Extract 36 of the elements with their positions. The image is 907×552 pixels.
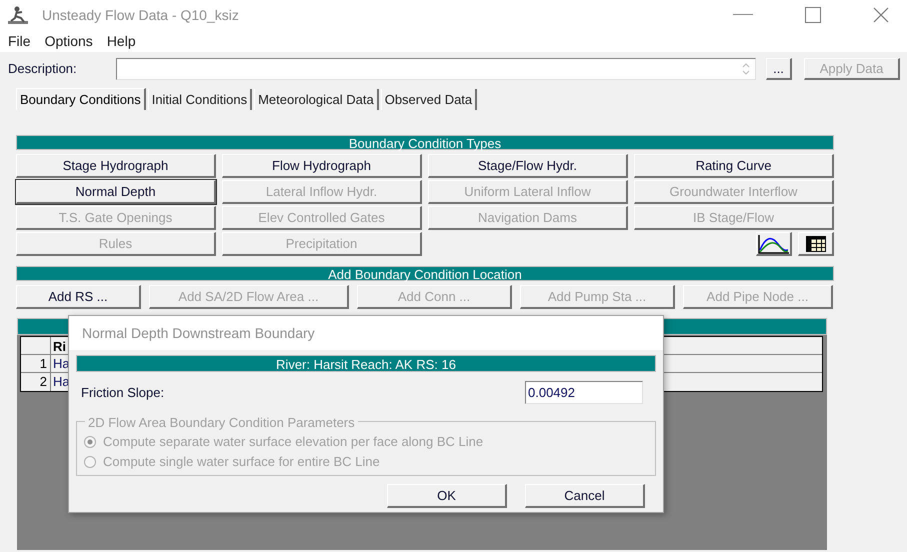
radio-label: Compute separate water surface elevation per face along BC Line	[103, 433, 484, 452]
description-field[interactable]	[116, 58, 756, 80]
section-header: Add Boundary Condition Location	[16, 266, 834, 281]
tab[interactable]: Boundary Conditions	[16, 88, 146, 110]
dialog-title: Normal Depth Downstream Boundary	[82, 324, 315, 343]
tab[interactable]: Meteorological Data	[254, 89, 379, 110]
row-number: 1	[21, 355, 51, 372]
minimize-icon[interactable]	[733, 14, 753, 16]
boundary-type-button[interactable]: Stage Hydrograph	[16, 154, 216, 178]
add-location-button[interactable]: Add RS ...	[16, 285, 141, 309]
radio-label: Compute single water surface for entire BC Line	[103, 453, 380, 472]
tab[interactable]: Observed Data	[380, 89, 478, 110]
window-title: Unsteady Flow Data - Q10_ksiz	[42, 6, 239, 25]
close-icon[interactable]	[873, 7, 889, 23]
column-header: Ri	[52, 338, 66, 354]
boundary-type-button[interactable]: Rating Curve	[634, 154, 834, 178]
tab[interactable]: Initial Conditions	[148, 89, 252, 110]
plot-icon[interactable]	[756, 232, 792, 256]
app-icon	[8, 6, 28, 24]
table-icon[interactable]	[798, 232, 834, 256]
boundary-type-button[interactable]: Stage/Flow Hydr.	[428, 154, 628, 178]
boundary-type-button[interactable]: Normal Depth	[16, 180, 216, 204]
menu-item[interactable]: File	[8, 30, 31, 52]
section-header: Boundary Condition Types	[16, 135, 834, 150]
maximize-icon[interactable]	[805, 7, 821, 23]
row-number: 2	[21, 373, 51, 391]
dialog-button[interactable]: OK	[387, 484, 507, 508]
description-label: Description:	[8, 60, 78, 78]
boundary-type-button[interactable]: Flow Hydrograph	[222, 154, 422, 178]
browse-button[interactable]: ...	[766, 58, 792, 80]
dialog-button[interactable]: Cancel	[525, 484, 645, 508]
location-bar: River: Harsit Reach: AK RS: 16	[76, 355, 656, 372]
friction-slope-label: Friction Slope:	[81, 384, 164, 402]
menu-item[interactable]: Options	[44, 30, 93, 52]
menu-item[interactable]: Help	[106, 30, 136, 52]
friction-slope-field[interactable]: 0.00492	[525, 381, 643, 404]
